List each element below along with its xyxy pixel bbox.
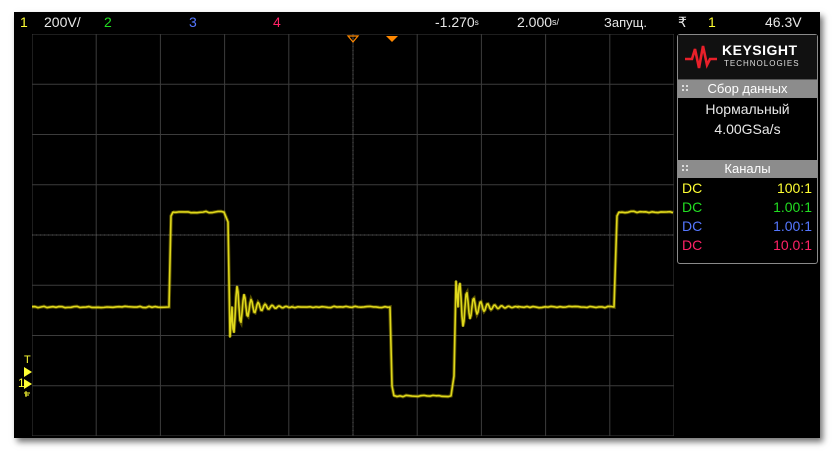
- time-offset-value: -1.270: [435, 14, 475, 30]
- channel-probe: 100:1: [777, 179, 812, 198]
- channel-row-4[interactable]: DC 10.0:1: [682, 236, 812, 255]
- side-panel: KEYSIGHT TECHNOLOGIES Сбор данных Нормал…: [677, 34, 818, 436]
- time-scale-unit: s/: [552, 17, 559, 27]
- trigger-level-marker[interactable]: T: [24, 354, 31, 366]
- channels-header[interactable]: Каналы: [678, 160, 817, 178]
- oscilloscope-screen: 1 200V/ 2 3 4 -1.270s 2.000s/ Запущ. ₹ 1…: [14, 12, 820, 438]
- top-status-bar: 1 200V/ 2 3 4 -1.270s 2.000s/ Запущ. ₹ 1…: [14, 12, 820, 33]
- acquisition-rate: 4.00GSa/s: [678, 121, 817, 137]
- brand-name: KEYSIGHT: [722, 42, 798, 58]
- time-reference-marker-icon: [386, 36, 398, 42]
- grid-lines: [32, 34, 674, 436]
- channel-coupling: DC: [682, 179, 702, 198]
- acquisition-mode: Нормальный: [678, 101, 817, 117]
- time-offset[interactable]: -1.270s: [435, 12, 479, 33]
- ch1-scale[interactable]: 200V/: [44, 12, 81, 33]
- channel-coupling: DC: [682, 217, 702, 236]
- ch4-number[interactable]: 4: [273, 12, 281, 33]
- trigger-edge-icon: ₹: [678, 12, 687, 33]
- brand-logo: KEYSIGHT TECHNOLOGIES: [678, 35, 817, 80]
- channel-probe: 10.0:1: [773, 236, 812, 255]
- acquisition-title: Сбор данных: [708, 81, 788, 96]
- channel-probe: 1.00:1: [773, 217, 812, 236]
- grip-handle-icon: [682, 165, 688, 173]
- time-scale-value: 2.000: [517, 14, 552, 30]
- channel-probe: 1.00:1: [773, 198, 812, 217]
- waveform-grid[interactable]: [32, 34, 674, 436]
- ch1-ground-arrow-icon: [24, 367, 34, 397]
- channel-coupling: DC: [682, 236, 702, 255]
- time-scale[interactable]: 2.000s/: [517, 12, 559, 33]
- trigger-channel[interactable]: 1: [708, 12, 716, 33]
- channel-row-2[interactable]: DC 1.00:1: [682, 198, 812, 217]
- run-state[interactable]: Запущ.: [604, 12, 647, 33]
- channels-title: Каналы: [724, 161, 770, 176]
- info-panel: KEYSIGHT TECHNOLOGIES Сбор данных Нормал…: [677, 34, 818, 264]
- channel-row-3[interactable]: DC 1.00:1: [682, 217, 812, 236]
- ch3-number[interactable]: 3: [189, 12, 197, 33]
- acquisition-header[interactable]: Сбор данных: [678, 80, 817, 98]
- channel-coupling: DC: [682, 198, 702, 217]
- keysight-logo-icon: [684, 44, 718, 70]
- channel-row-1[interactable]: DC 100:1: [682, 179, 812, 198]
- grip-handle-icon: [682, 85, 688, 93]
- ch2-number[interactable]: 2: [104, 12, 112, 33]
- brand-sub: TECHNOLOGIES: [724, 59, 800, 68]
- trigger-level[interactable]: 46.3V: [765, 12, 802, 33]
- ch1-number[interactable]: 1: [20, 12, 28, 33]
- time-offset-unit: s: [475, 18, 479, 27]
